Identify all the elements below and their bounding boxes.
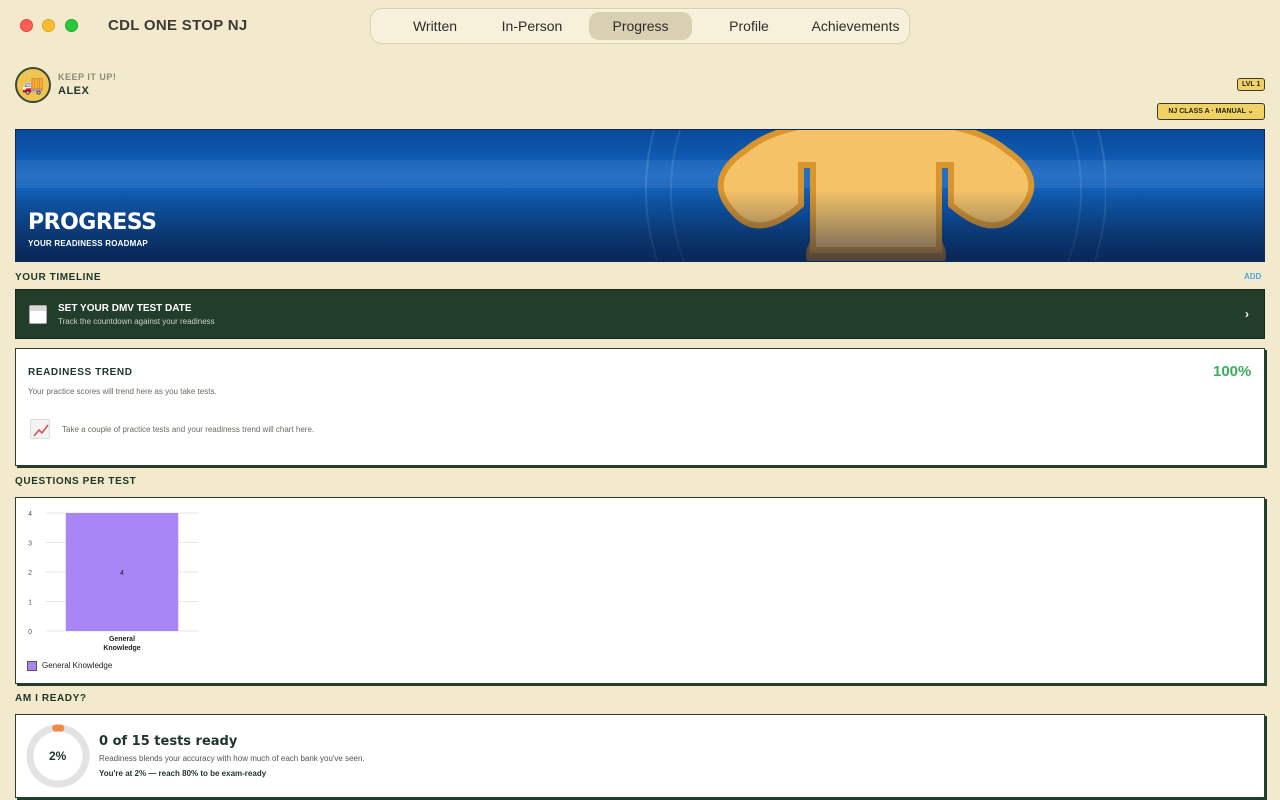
y-tick-label: 2	[28, 570, 32, 577]
readiness-trend-percent: 100%	[1213, 363, 1252, 380]
level-badge: LVL 1	[1237, 78, 1266, 91]
chevron-down-icon: ⌄	[1247, 108, 1254, 115]
legend-swatch	[27, 661, 37, 671]
app-title: CDL ONE STOP NJ	[108, 17, 248, 34]
y-tick-label: 1	[28, 600, 32, 607]
hero-shade	[16, 190, 1264, 261]
bar-data-label: 4	[120, 570, 124, 577]
greeting-label: KEEP IT UP!	[58, 72, 117, 82]
readiness-description: Readiness blends your accuracy with how …	[99, 754, 365, 763]
chart-icon	[30, 419, 50, 439]
main-tab-bar: Written In-Person Progress Profile Achie…	[370, 8, 910, 44]
x-category-label: Knowledge	[103, 645, 140, 652]
readiness-trend-empty-message: Take a couple of practice tests and your…	[62, 425, 315, 434]
close-window-button[interactable]	[20, 19, 33, 32]
questions-per-test-chart: 0 1 2 3 4 4 General Knowledge	[28, 511, 198, 652]
y-tick-label: 0	[28, 629, 32, 636]
readiness-card: 2% 0 of 15 tests ready Readiness blends …	[15, 714, 1265, 798]
tab-written[interactable]: Written	[385, 12, 485, 40]
legend-label: General Knowledge	[42, 661, 113, 670]
readiness-trend-subtitle: Your practice scores will trend here as …	[28, 387, 217, 396]
readiness-percent: 2%	[49, 749, 67, 763]
readiness-trend-title: READINESS TREND	[28, 367, 133, 378]
chevron-right-icon: ›	[1245, 307, 1249, 321]
license-class-label: NJ CLASS A · MANUAL	[1168, 108, 1246, 115]
readiness-trend-card: READINESS TREND 100% Your practice score…	[15, 348, 1265, 466]
add-test-date-link[interactable]: ADD	[1244, 272, 1261, 281]
truck-icon: 🚚	[21, 75, 45, 95]
y-tick-label: 4	[28, 511, 32, 518]
tab-achievements[interactable]: Achievements	[803, 12, 908, 40]
avatar[interactable]: 🚚	[15, 67, 51, 103]
calendar-icon	[29, 305, 47, 324]
tab-profile[interactable]: Profile	[699, 12, 799, 40]
title-bar: CDL ONE STOP NJ Written In-Person Progre…	[0, 0, 1280, 52]
readiness-title: 0 of 15 tests ready	[99, 734, 238, 749]
y-tick-label: 3	[28, 541, 32, 548]
readiness-note: You're at 2% — reach 80% to be exam-read…	[99, 769, 267, 778]
questions-per-test-label: QUESTIONS PER TEST	[15, 476, 137, 487]
progress-hero-banner: PROGRESS YOUR READINESS ROADMAP	[15, 129, 1265, 262]
license-class-dropdown[interactable]: NJ CLASS A · MANUAL ⌄	[1157, 103, 1265, 120]
page-subtitle: YOUR READINESS ROADMAP	[28, 239, 148, 248]
minimize-window-button[interactable]	[42, 19, 55, 32]
tab-in-person[interactable]: In-Person	[485, 12, 579, 40]
user-name: ALEX	[58, 85, 90, 97]
set-test-date-subtitle: Track the countdown against your readine…	[58, 317, 215, 326]
am-i-ready-label: AM I READY?	[15, 693, 87, 704]
zoom-window-button[interactable]	[65, 19, 78, 32]
page-title: PROGRESS	[28, 210, 157, 235]
tab-progress[interactable]: Progress	[589, 12, 692, 40]
timeline-section-label: YOUR TIMELINE	[15, 272, 102, 283]
x-category-label: General	[109, 636, 135, 643]
set-test-date-title: SET YOUR DMV TEST DATE	[58, 303, 192, 314]
set-test-date-row[interactable]: SET YOUR DMV TEST DATE Track the countdo…	[15, 289, 1265, 339]
questions-per-test-card: 0 1 2 3 4 4 General Knowledge General Knowledge	[15, 497, 1265, 684]
